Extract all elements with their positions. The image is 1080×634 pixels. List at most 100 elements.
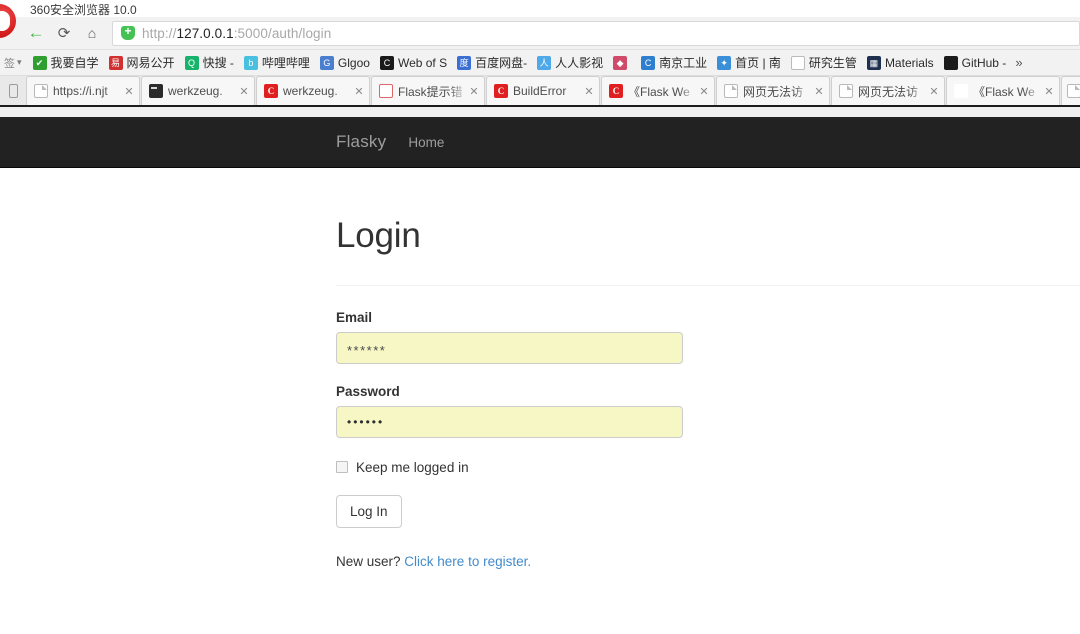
home-button-icon[interactable]: ⌂ [78, 20, 106, 46]
email-input-value: ****** [347, 343, 387, 359]
bookmark-label: Materials [884, 55, 934, 70]
tab-title: werkzeug. [168, 84, 223, 98]
tab-close-icon[interactable]: ✕ [928, 85, 940, 98]
bookmark-item[interactable]: 人人人影视 [532, 52, 608, 74]
browser-tab[interactable]: 简 Flask提示错 ✕ [371, 76, 485, 105]
bookmark-label: Glgoo [337, 55, 370, 70]
bookmark-item[interactable]: ✔ 我要自学 [28, 52, 104, 74]
login-submit-button[interactable]: Log In [336, 494, 402, 529]
back-button-icon[interactable]: ← [22, 20, 50, 46]
tab-close-icon[interactable]: ✕ [1043, 85, 1055, 98]
bookmark-label: GitHub - [961, 55, 1007, 70]
register-prompt: New user? Click here to register. [336, 554, 1080, 569]
tab-title: https://i.njt [53, 84, 108, 98]
bookmark-item[interactable]: Q 快搜 - [180, 52, 239, 74]
bookmark-item[interactable]: b 哔哩哔哩 [239, 52, 315, 74]
site-brand[interactable]: Flasky [336, 132, 386, 152]
tab-close-icon[interactable]: ✕ [353, 85, 365, 98]
bookmark-favicon [790, 55, 805, 70]
email-input[interactable]: ****** [336, 331, 683, 364]
window-title: 360安全浏览器 10.0 [30, 3, 137, 17]
tab-close-icon[interactable]: ✕ [123, 85, 135, 98]
tab-title: 《Flask We [973, 84, 1035, 99]
tab-favicon-icon: C [264, 84, 278, 98]
bookmark-favicon: 人 [537, 55, 552, 70]
tab-favicon-icon: 简 [379, 84, 393, 98]
browser-titlebar: 360安全浏览器 10.0 [0, 0, 1080, 17]
bookmark-favicon: C [641, 55, 656, 70]
password-field-group: Password •••••• [336, 384, 1080, 438]
browser-tab[interactable]: ᛩ 《Flask We ✕ [946, 76, 1060, 105]
new-tab-icon [1066, 84, 1080, 98]
bookmark-favicon: 度 [457, 55, 472, 70]
tab-close-icon[interactable]: ✕ [583, 85, 595, 98]
register-prompt-text: New user? [336, 554, 401, 570]
tab-list: https://i.njt ✕ werkzeug. ✕ Cwerkzeug. ✕ 简 Flas… [26, 76, 1061, 105]
bookmark-item[interactable]: GitHub - [939, 52, 1012, 74]
new-tab-button[interactable] [1061, 76, 1080, 105]
tab-close-icon[interactable]: ✕ [238, 85, 250, 98]
bookmark-favicon: Q [184, 55, 199, 70]
browser-tab[interactable]: C 《Flask We ✕ [601, 76, 715, 105]
bookmark-label: 研究生管 [808, 56, 857, 70]
bookmark-favicon: C [379, 55, 394, 70]
bookmarks-bar: 签 ▾ ✔ 我要自学易网易公开 Q 快搜 - b 哔哩哔哩 G Glgoo C Web of S度… [0, 50, 1080, 76]
reload-button-icon[interactable]: ⟳ [50, 20, 78, 46]
page-container: Login Email ****** Password •••••• Keep … [0, 216, 1080, 569]
tab-title: werkzeug. [283, 84, 338, 98]
bookmark-label: 网易公开 [126, 56, 175, 70]
title-divider [336, 284, 1080, 286]
tab-favicon-icon: C [494, 84, 508, 98]
tab-favicon-icon [724, 84, 738, 98]
bookmark-item[interactable]: 研究生管 [786, 52, 862, 74]
tab-close-icon[interactable]: ✕ [468, 85, 480, 98]
bookmark-favicon: ▦ [866, 55, 881, 70]
browser-tab[interactable]: 网页无法访 ✕ [831, 76, 945, 105]
bookmark-item[interactable]: 易网易公开 [104, 52, 180, 74]
register-link[interactable]: Click here to register. [404, 554, 531, 569]
email-field-group: Email ****** [336, 310, 1080, 364]
bookmark-item[interactable]: C Web of S [375, 52, 452, 74]
browser-tab[interactable]: werkzeug. ✕ [141, 76, 255, 105]
nav-link-home[interactable]: Home [408, 135, 444, 150]
web-page-viewport: Flasky Home Login Email ****** Password … [0, 117, 1080, 634]
bookmark-list: ✔ 我要自学易网易公开 Q 快搜 - b 哔哩哔哩 G Glgoo C Web of S 度百度网盘… [28, 52, 1012, 74]
login-form: Email ****** Password •••••• Keep me log… [336, 310, 1080, 569]
bookmark-item[interactable]: ▦ Materials [862, 52, 939, 74]
chevron-down-icon[interactable]: ▾ [17, 57, 22, 68]
bookmark-favicon: G [319, 55, 334, 70]
bookmark-favicon: ✦ [717, 55, 732, 70]
tab-favicon-icon [149, 84, 163, 98]
browser-tab[interactable]: 网页无法访 ✕ [716, 76, 830, 105]
tab-close-icon[interactable]: ✕ [813, 85, 825, 98]
browser-tab[interactable]: Cwerkzeug. ✕ [256, 76, 370, 105]
bookmark-label: 南京工业 [659, 56, 708, 70]
bookmark-item[interactable]: ✦ 首页 | 南 [712, 52, 786, 74]
bookmark-item[interactable]: ◆ [608, 52, 636, 74]
password-input[interactable]: •••••• [336, 405, 683, 438]
address-bar[interactable]: http://127.0.0.1:5000/auth/login [112, 20, 1080, 46]
bookmark-item[interactable]: C 南京工业 [636, 52, 712, 74]
url-path: :5000/auth/login [233, 25, 332, 41]
mobile-view-icon[interactable] [0, 76, 26, 105]
browser-tab[interactable]: C BuildError ✕ [486, 76, 600, 105]
remember-me-label: Keep me logged in [356, 459, 469, 475]
bookmark-favicon [943, 55, 958, 70]
url-host: 127.0.0.1 [176, 25, 234, 41]
bookmark-favicon: ◆ [613, 55, 628, 70]
remember-me-checkbox[interactable] [336, 461, 348, 474]
page-title: Login [336, 216, 421, 255]
bookmark-item[interactable]: 度百度网盘- [452, 52, 532, 74]
tab-favicon-icon: C [609, 84, 623, 98]
bookmark-item[interactable]: G Glgoo [315, 52, 375, 74]
browser-tab[interactable]: https://i.njt ✕ [26, 76, 140, 105]
tab-close-icon[interactable]: ✕ [698, 85, 710, 98]
bookmark-label: 哔哩哔哩 [261, 56, 310, 70]
tab-favicon-icon: ᛩ [954, 84, 968, 98]
browser-window: 360安全浏览器 10.0 ← ⟳ ⌂ http://127.0.0.1:500… [0, 0, 1080, 634]
bookmark-label: 百度网盘- [475, 56, 528, 70]
remember-me-row[interactable]: Keep me logged in [336, 460, 1080, 475]
tab-title: Flask提示错 [398, 84, 463, 99]
bookmarks-overflow-icon[interactable]: » [1015, 55, 1026, 70]
browser-toolbar: ← ⟳ ⌂ http://127.0.0.1:5000/auth/login [0, 17, 1080, 50]
